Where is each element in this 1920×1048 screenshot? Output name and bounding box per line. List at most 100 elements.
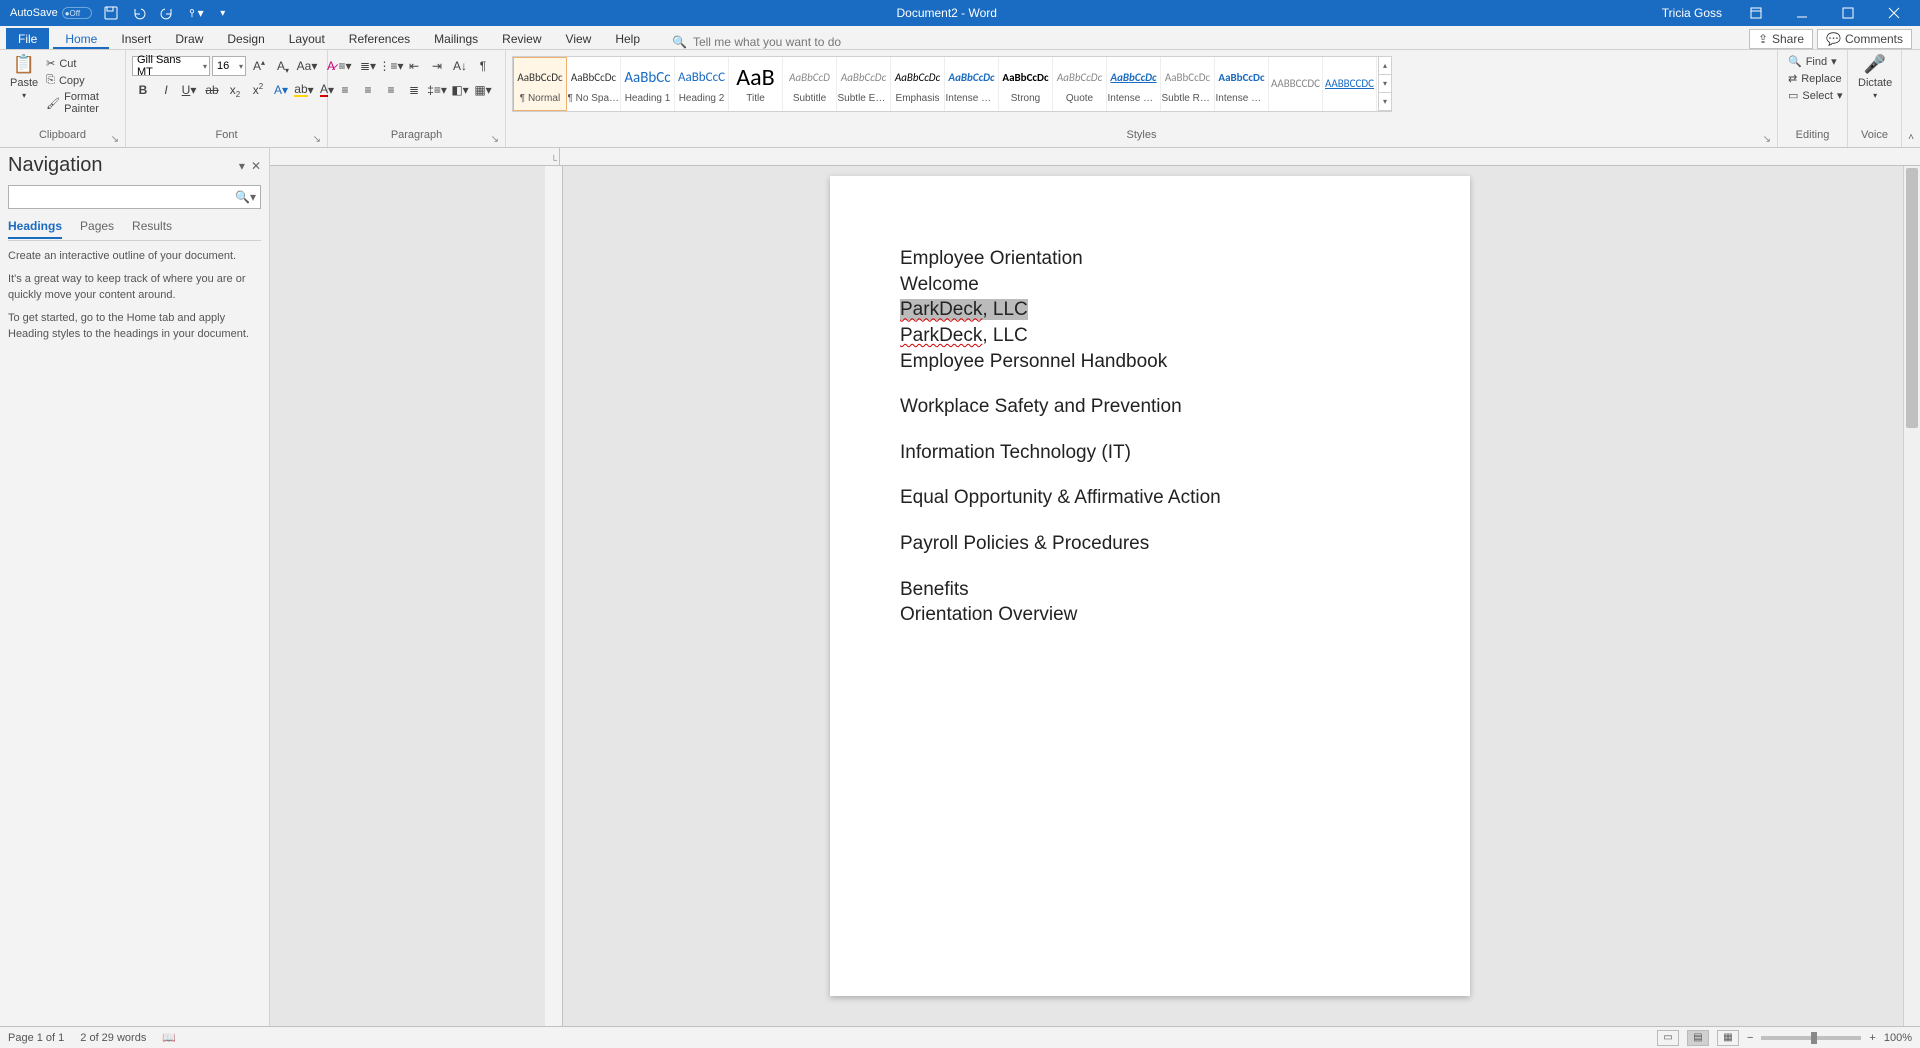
font-name-combo[interactable]: Gill Sans MT▾ <box>132 56 210 76</box>
document-line[interactable]: Employee Personnel Handbook <box>900 349 1400 375</box>
tab-review[interactable]: Review <box>490 28 553 49</box>
close-icon[interactable] <box>1874 0 1914 26</box>
tab-draw[interactable]: Draw <box>163 28 215 49</box>
styles-scroll-down-icon[interactable]: ▾ <box>1379 75 1391 93</box>
align-right-icon[interactable]: ≡ <box>380 80 402 100</box>
paste-button[interactable]: 📋 Paste▾ <box>4 52 44 102</box>
grow-font-icon[interactable]: A▴ <box>248 56 270 76</box>
style-item[interactable]: AaBbCcDcStrong <box>999 57 1053 111</box>
style-item[interactable]: AaBbCcDcEmphasis <box>891 57 945 111</box>
tab-home[interactable]: Home <box>53 28 109 49</box>
increase-indent-icon[interactable]: ⇥ <box>426 56 448 76</box>
tab-mailings[interactable]: Mailings <box>422 28 490 49</box>
document-line[interactable]: Payroll Policies & Procedures <box>900 531 1400 557</box>
format-painter-button[interactable]: 🖌Format Painter <box>44 90 121 116</box>
style-item[interactable]: AaBbCcDcSubtle Em… <box>837 57 891 111</box>
document-line[interactable]: Employee Orientation <box>900 246 1400 272</box>
underline-button[interactable]: U▾ <box>178 80 200 100</box>
styles-more-icon[interactable]: ▾ <box>1379 93 1391 111</box>
qat-customize-icon[interactable]: ▾ <box>214 4 232 22</box>
sort-icon[interactable]: A↓ <box>449 56 471 76</box>
highlight-icon[interactable]: ab▾ <box>293 80 315 100</box>
read-mode-icon[interactable]: ▭ <box>1657 1030 1679 1046</box>
bullets-icon[interactable]: ≡▾ <box>334 56 356 76</box>
line-spacing-icon[interactable]: ‡≡▾ <box>426 80 448 100</box>
cut-button[interactable]: ✂Cut <box>44 56 121 71</box>
style-item[interactable]: AaBbCcDcIntense Q… <box>1107 57 1161 111</box>
redo-icon[interactable] <box>158 4 176 22</box>
touch-mode-icon[interactable]: ▾ <box>186 4 204 22</box>
show-marks-icon[interactable]: ¶ <box>472 56 494 76</box>
zoom-slider[interactable] <box>1761 1036 1861 1040</box>
nav-tab-pages[interactable]: Pages <box>80 219 114 238</box>
paragraph-dialog-icon[interactable]: ↘ <box>491 134 499 145</box>
tab-help[interactable]: Help <box>603 28 652 49</box>
minimize-icon[interactable] <box>1782 0 1822 26</box>
style-item[interactable]: AaBbCcHeading 1 <box>621 57 675 111</box>
nav-dropdown-icon[interactable]: ▾ <box>239 159 245 173</box>
font-dialog-icon[interactable]: ↘ <box>313 134 321 145</box>
nav-tab-results[interactable]: Results <box>132 219 172 238</box>
zoom-out-icon[interactable]: − <box>1747 1032 1753 1044</box>
tab-design[interactable]: Design <box>215 28 276 49</box>
style-item[interactable]: AaBbCcDc¶ Normal <box>513 57 567 111</box>
undo-icon[interactable] <box>130 4 148 22</box>
document-line[interactable]: Equal Opportunity & Affirmative Action <box>900 485 1400 511</box>
style-item[interactable]: AABBCCDC <box>1323 57 1377 111</box>
document-line[interactable]: Benefits <box>900 577 1400 603</box>
tab-insert[interactable]: Insert <box>109 28 163 49</box>
style-item[interactable]: AaBbCcDcQuote <box>1053 57 1107 111</box>
document-line[interactable]: ParkDeck, LLC <box>900 323 1400 349</box>
zoom-level[interactable]: 100% <box>1884 1032 1912 1044</box>
tab-view[interactable]: View <box>554 28 604 49</box>
vertical-scrollbar[interactable] <box>1903 166 1920 1026</box>
document-line[interactable]: Workplace Safety and Prevention <box>900 394 1400 420</box>
comments-button[interactable]: 💬Comments <box>1817 29 1912 49</box>
zoom-in-icon[interactable]: + <box>1869 1032 1875 1044</box>
ribbon-display-icon[interactable] <box>1736 0 1776 26</box>
user-name[interactable]: Tricia Goss <box>1662 6 1722 20</box>
font-size-combo[interactable]: 16▾ <box>212 56 246 76</box>
bold-button[interactable]: B <box>132 80 154 100</box>
style-item[interactable]: AaBbCcDcIntense Re… <box>1215 57 1269 111</box>
styles-gallery[interactable]: AaBbCcDc¶ NormalAaBbCcDc¶ No Spac…AaBbCc… <box>512 56 1392 112</box>
subscript-button[interactable]: x2 <box>224 80 246 100</box>
copy-button[interactable]: ⎘Copy <box>44 73 121 88</box>
style-item[interactable]: AaBbCcDcSubtle Ref… <box>1161 57 1215 111</box>
style-item[interactable]: AaBTitle <box>729 57 783 111</box>
print-layout-icon[interactable]: ▤ <box>1687 1030 1709 1046</box>
style-item[interactable]: AABBCCDC <box>1269 57 1323 111</box>
tab-layout[interactable]: Layout <box>277 28 337 49</box>
share-button[interactable]: ⇪Share <box>1749 29 1813 49</box>
shading-icon[interactable]: ◧▾ <box>449 80 471 100</box>
document-page[interactable]: Employee OrientationWelcome ParkDeck, LLC… <box>830 176 1470 996</box>
select-button[interactable]: ▭Select ▾ <box>1786 88 1845 103</box>
style-item[interactable]: AaBbCcCHeading 2 <box>675 57 729 111</box>
word-count[interactable]: 2 of 29 words <box>80 1032 146 1044</box>
tab-references[interactable]: References <box>337 28 422 49</box>
superscript-button[interactable]: x2 <box>247 80 269 100</box>
maximize-icon[interactable] <box>1828 0 1868 26</box>
align-center-icon[interactable]: ≡ <box>357 80 379 100</box>
document-line[interactable]: Welcome <box>900 272 1400 298</box>
find-button[interactable]: 🔍Find ▾ <box>1786 54 1845 69</box>
document-line[interactable]: Orientation Overview <box>900 602 1400 628</box>
styles-scroll-up-icon[interactable]: ▴ <box>1379 57 1391 75</box>
clipboard-dialog-icon[interactable]: ↘ <box>111 134 119 145</box>
autosave-toggle[interactable]: ● Off <box>62 7 92 19</box>
change-case-icon[interactable]: Aa▾ <box>296 56 318 76</box>
borders-icon[interactable]: ▦▾ <box>472 80 494 100</box>
decrease-indent-icon[interactable]: ⇤ <box>403 56 425 76</box>
styles-dialog-icon[interactable]: ↘ <box>1763 134 1771 145</box>
spellcheck-status-icon[interactable]: 📖 <box>162 1031 176 1044</box>
page-count[interactable]: Page 1 of 1 <box>8 1032 64 1044</box>
search-icon[interactable]: 🔍▾ <box>235 190 256 204</box>
style-item[interactable]: AaBbCcDSubtitle <box>783 57 837 111</box>
horizontal-ruler[interactable]: └ <box>270 148 1920 166</box>
web-layout-icon[interactable]: ▦ <box>1717 1030 1739 1046</box>
vertical-ruler[interactable] <box>545 166 563 1026</box>
text-effects-icon[interactable]: A▾ <box>270 80 292 100</box>
strikethrough-button[interactable]: ab <box>201 80 223 100</box>
replace-button[interactable]: ⇄Replace <box>1786 71 1845 86</box>
align-left-icon[interactable]: ≡ <box>334 80 356 100</box>
